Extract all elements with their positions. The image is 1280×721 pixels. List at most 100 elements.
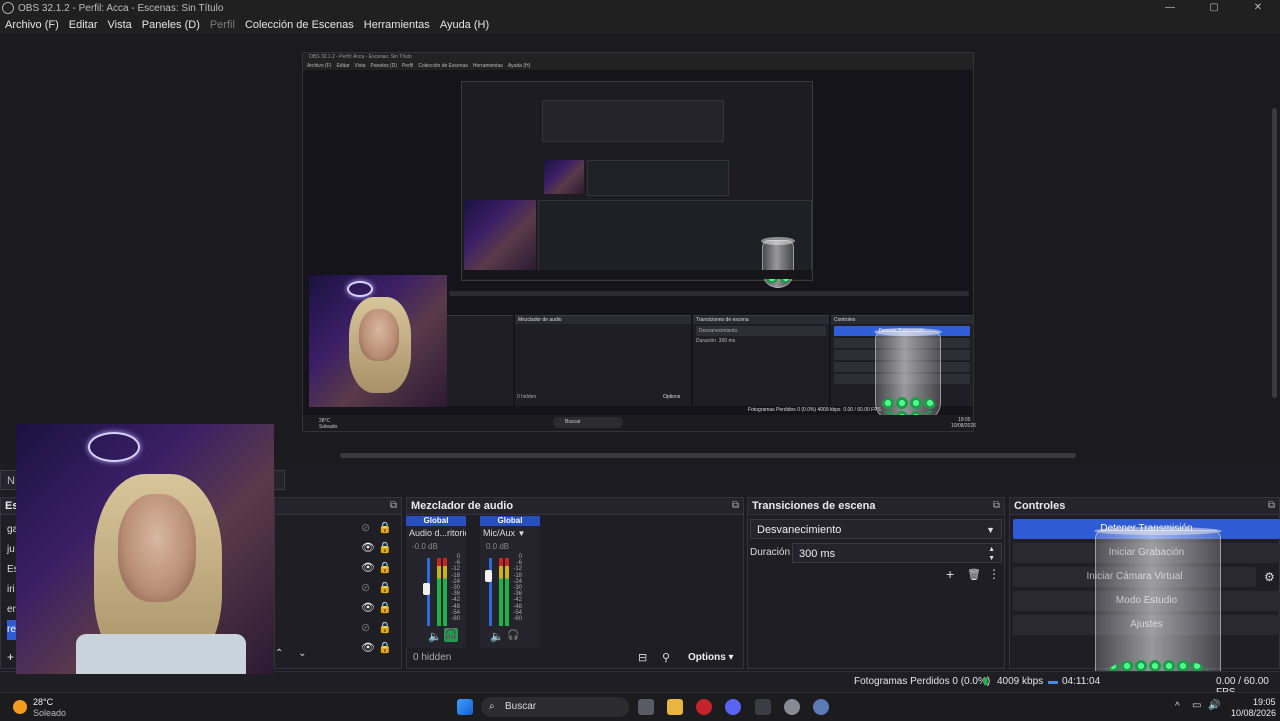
search-icon: ⌕ — [489, 701, 495, 712]
transitions-title: Transiciones de escena — [752, 500, 876, 512]
taskbar-search[interactable]: ⌕ Buscar — [481, 697, 629, 717]
maximize-button[interactable]: ▢ — [1192, 0, 1236, 16]
channel-name[interactable]: Audio d...ritorio ▼ — [406, 526, 466, 541]
title-bar: OBS 32.1.2 - Perfil: Acca - Escenas: Sin… — [0, 0, 1280, 16]
task-view-icon[interactable] — [638, 699, 654, 715]
dock-popout-icon[interactable]: ⧉ — [1268, 498, 1275, 514]
gear-icon[interactable]: ⚙ — [1264, 570, 1275, 584]
eye-off-icon[interactable]: ⊘ — [361, 521, 370, 534]
duration-field[interactable]: 300 ms ▲ ▼ — [792, 543, 1002, 563]
lock-icon[interactable]: 🔒 — [378, 521, 392, 534]
dock-popout-icon[interactable]: ⧉ — [390, 498, 397, 514]
more-options-icon[interactable]: ⋮ — [988, 567, 1000, 581]
meter-scale: 0 -6 -12 -18 -24 -30 -36 -42 -48 -54 -60 — [513, 554, 522, 623]
lock-icon[interactable]: 🔒 — [378, 621, 392, 634]
menu-profile[interactable]: Perfil — [205, 19, 240, 31]
headphones-icon[interactable]: 🎧 — [507, 630, 519, 641]
discord-icon[interactable] — [725, 699, 741, 715]
preview-vertical-scrollbar[interactable] — [1272, 108, 1277, 398]
monitor-headphones-icon[interactable]: 🎧 — [444, 628, 458, 642]
options-button[interactable]: Options ▾ — [688, 652, 734, 663]
tray-chevron-icon[interactable]: ^ — [1175, 701, 1180, 712]
source-row[interactable]: 👁 🔒 — [275, 538, 395, 558]
trash-icon[interactable]: 🗑 — [967, 568, 981, 581]
menu-edit[interactable]: Editar — [64, 19, 103, 31]
menu-file[interactable]: Archivo (F) — [0, 19, 64, 31]
clock-time[interactable]: 19:05 — [1253, 697, 1276, 707]
menu-scene-collection[interactable]: Colección de Escenas — [240, 19, 359, 31]
minimize-button[interactable]: — — [1148, 0, 1192, 16]
eye-off-icon[interactable]: ⊘ — [361, 621, 370, 634]
volume-fader[interactable] — [489, 558, 492, 626]
weather-temp[interactable]: 28°C — [33, 697, 53, 707]
sources-list: ⊘ 🔒 👁 🔒 👁 🔒 ⊘ 🔒 👁 🔒 ⊘ 🔒 👁 🔒 — [275, 518, 403, 654]
network-icon[interactable]: ▭ — [1192, 700, 1201, 711]
source-row[interactable]: 👁 🔒 — [275, 558, 395, 578]
link-icon[interactable]: ⚲ — [662, 651, 670, 664]
obs-taskbar-icon[interactable] — [813, 699, 829, 715]
add-transition-button[interactable]: + — [946, 566, 954, 582]
add-scene-button[interactable]: + — [7, 650, 14, 664]
layout-icon[interactable]: ⊟ — [638, 651, 647, 664]
eye-icon[interactable]: 👁 — [361, 641, 375, 654]
lock-icon[interactable]: 🔒 — [378, 601, 392, 614]
app-icon[interactable] — [784, 699, 800, 715]
menu-bar: Archivo (F) Editar Vista Paneles (D) Per… — [0, 16, 1280, 34]
hidden-count: 0 hidden — [413, 652, 452, 663]
level-meter — [499, 558, 503, 626]
close-button[interactable]: ✕ — [1236, 0, 1280, 16]
windows-start-icon[interactable] — [457, 699, 473, 715]
channel-db: -0.0 dB — [412, 542, 438, 551]
status-bar: Fotogramas Perdidos 0 (0.0%) ▮ 4009 kbps… — [0, 671, 1280, 698]
channel-db: 0.0 dB — [486, 542, 510, 551]
meter-scale: 0 -6 -12 -18 -24 -30 -36 -42 -48 -54 -60 — [451, 554, 460, 623]
menu-tools[interactable]: Herramientas — [359, 19, 435, 31]
lock-icon[interactable]: 🔒 — [378, 541, 392, 554]
lock-icon[interactable]: 🔒 — [378, 581, 392, 594]
source-row[interactable]: ⊘ 🔒 — [275, 518, 395, 538]
scroll-down-button[interactable]: ⌄ — [298, 648, 306, 659]
weather-sun-icon[interactable] — [13, 700, 27, 714]
speaker-icon[interactable]: 🔈 — [490, 630, 504, 643]
bitrate: 4009 kbps — [997, 676, 1044, 687]
nested-jar-overlay — [874, 328, 942, 421]
window-title: OBS 32.1.2 - Perfil: Acca - Escenas: Sin… — [18, 2, 224, 14]
menu-view[interactable]: Vista — [103, 19, 137, 31]
webcam-overlay — [16, 424, 274, 674]
fader-knob[interactable] — [423, 583, 430, 596]
obs-logo-icon — [2, 2, 14, 14]
opera-icon[interactable] — [696, 699, 712, 715]
dropped-frames: Fotogramas Perdidos 0 (0.0%) — [854, 676, 991, 687]
eye-icon[interactable]: 👁 — [361, 541, 375, 554]
clock-date[interactable]: 10/08/2026 — [1231, 708, 1276, 718]
source-row[interactable]: ⊘ 🔒 — [275, 578, 395, 598]
menu-docks[interactable]: Paneles (D) — [137, 19, 205, 31]
file-explorer-icon[interactable] — [667, 699, 683, 715]
source-row[interactable]: ⊘ 🔒 — [275, 618, 395, 638]
source-row[interactable]: 👁 🔒 — [275, 598, 395, 618]
dock-popout-icon[interactable]: ⧉ — [732, 498, 739, 514]
menu-help[interactable]: Ayuda (H) — [435, 19, 494, 31]
weather-desc[interactable]: Soleado — [33, 708, 66, 718]
channel-name[interactable]: Mic/Aux ▼ — [480, 526, 540, 541]
eye-icon[interactable]: 👁 — [361, 601, 375, 614]
speaker-icon[interactable]: 🔈 — [428, 630, 442, 643]
nested-webcam — [309, 275, 447, 407]
nested-inner-preview — [461, 81, 813, 288]
controls-title: Controles — [1014, 500, 1066, 512]
scroll-up-button[interactable]: ⌃ — [275, 648, 283, 659]
transition-select[interactable]: Desvanecimiento ▼ — [750, 519, 1002, 539]
fader-knob[interactable] — [485, 570, 492, 583]
duration-label: Duración — [750, 547, 791, 558]
taskbar: 28°C Soleado ⌕ Buscar ^ ▭ 🔊 19:05 10/08/… — [0, 692, 1280, 721]
nested-title: OBS 32.1.2 - Perfil: Acca - Escenas: Sin… — [303, 53, 973, 62]
audio-mixer-title: Mezclador de audio — [411, 500, 514, 512]
lock-icon[interactable]: 🔒 — [378, 641, 392, 654]
eye-off-icon[interactable]: ⊘ — [361, 581, 370, 594]
volume-icon[interactable]: 🔊 — [1208, 700, 1220, 711]
eye-icon[interactable]: 👁 — [361, 561, 375, 574]
preview-horizontal-scrollbar[interactable] — [340, 453, 1076, 458]
lock-icon[interactable]: 🔒 — [378, 561, 392, 574]
app-icon[interactable] — [755, 699, 771, 715]
dock-popout-icon[interactable]: ⧉ — [993, 498, 1000, 514]
